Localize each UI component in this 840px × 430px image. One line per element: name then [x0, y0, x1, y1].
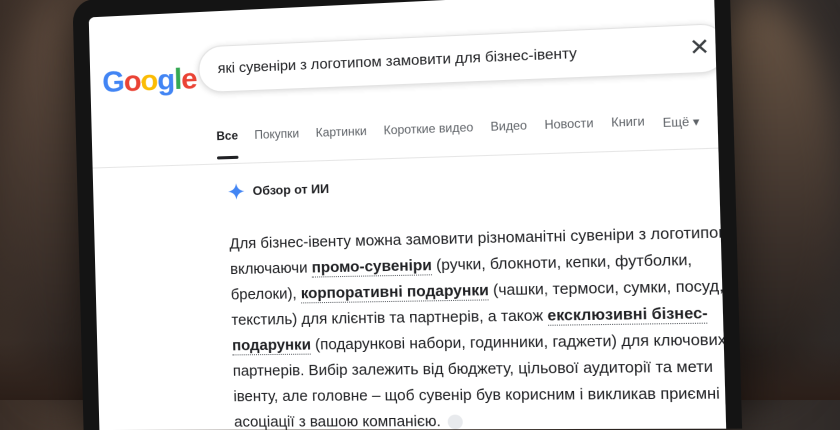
corporate-gifts-link[interactable]: корпоративні подарунки — [300, 282, 490, 304]
browser-screen: Google які сувеніри з логотипом замовити… — [88, 0, 727, 430]
laptop: Google які сувеніри з логотипом замовити… — [72, 0, 743, 430]
tab-news[interactable]: Новости — [544, 118, 593, 134]
ai-overview-text: Для бізнес-івенту можна замовити різнома… — [229, 220, 726, 430]
ai-overview-title: Обзор от ИИ — [252, 181, 330, 199]
tab-more[interactable]: Ещё ▾ — [663, 114, 700, 130]
ai-overview-header: Обзор от ИИ — [227, 181, 330, 200]
search-box[interactable]: які сувеніри з логотипом замовити для бі… — [197, 22, 727, 94]
tab-images[interactable]: Картинки — [316, 126, 367, 142]
search-input[interactable]: які сувеніри з логотипом замовити для бі… — [218, 44, 578, 76]
search-header: Google які сувеніри з логотипом замовити… — [88, 0, 727, 169]
tab-books[interactable]: Книги — [611, 116, 645, 132]
tab-shopping[interactable]: Покупки — [254, 128, 299, 144]
tab-all[interactable]: Все — [216, 130, 238, 145]
search-tabs: Все Покупки Картинки Короткие видео Виде… — [216, 114, 699, 145]
sparkle-icon — [227, 183, 245, 200]
tab-short-videos[interactable]: Короткие видео — [383, 122, 473, 140]
tab-videos[interactable]: Видео — [490, 120, 527, 136]
promo-souvenirs-link[interactable]: промо-сувеніри — [311, 257, 433, 278]
google-logo[interactable]: Google — [102, 63, 197, 100]
link-icon[interactable] — [447, 414, 463, 430]
close-icon[interactable]: ✕ — [689, 33, 711, 62]
